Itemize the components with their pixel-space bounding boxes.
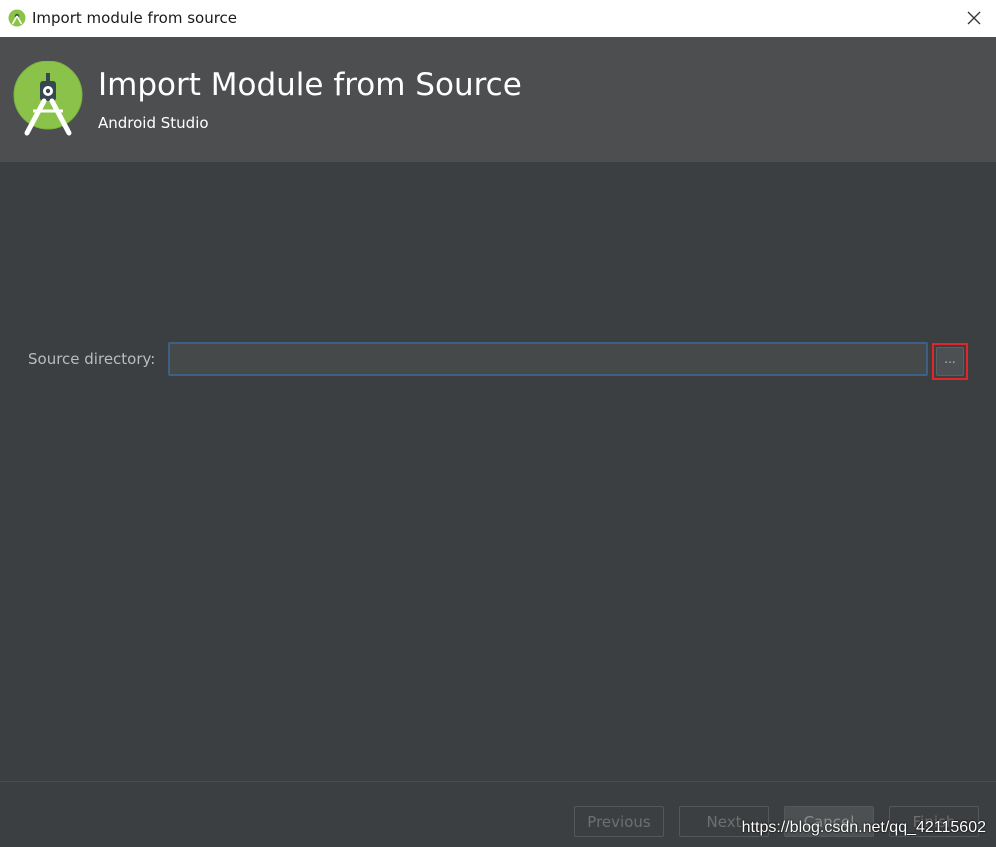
source-directory-input[interactable] bbox=[168, 342, 928, 376]
close-icon bbox=[967, 11, 981, 25]
dialog-header: Import Module from Source Android Studio bbox=[0, 37, 996, 162]
previous-button[interactable]: Previous bbox=[574, 806, 664, 837]
android-studio-icon bbox=[8, 9, 26, 27]
header-subtitle: Android Studio bbox=[98, 114, 209, 132]
android-studio-logo bbox=[13, 61, 83, 136]
watermark: https://blog.csdn.net/qq_42115602 bbox=[741, 819, 986, 836]
browse-button[interactable]: ... bbox=[936, 347, 964, 376]
dialog-content: Source directory: ... bbox=[0, 162, 996, 781]
header-title: Import Module from Source bbox=[98, 67, 522, 103]
dialog-footer: Previous Next Cancel Finish bbox=[0, 781, 996, 847]
browse-highlight: ... bbox=[932, 343, 968, 380]
window-title: Import module from source bbox=[32, 9, 238, 27]
window-titlebar: Import module from source bbox=[0, 0, 996, 37]
source-directory-label: Source directory: bbox=[28, 350, 156, 368]
close-button[interactable] bbox=[958, 4, 990, 32]
